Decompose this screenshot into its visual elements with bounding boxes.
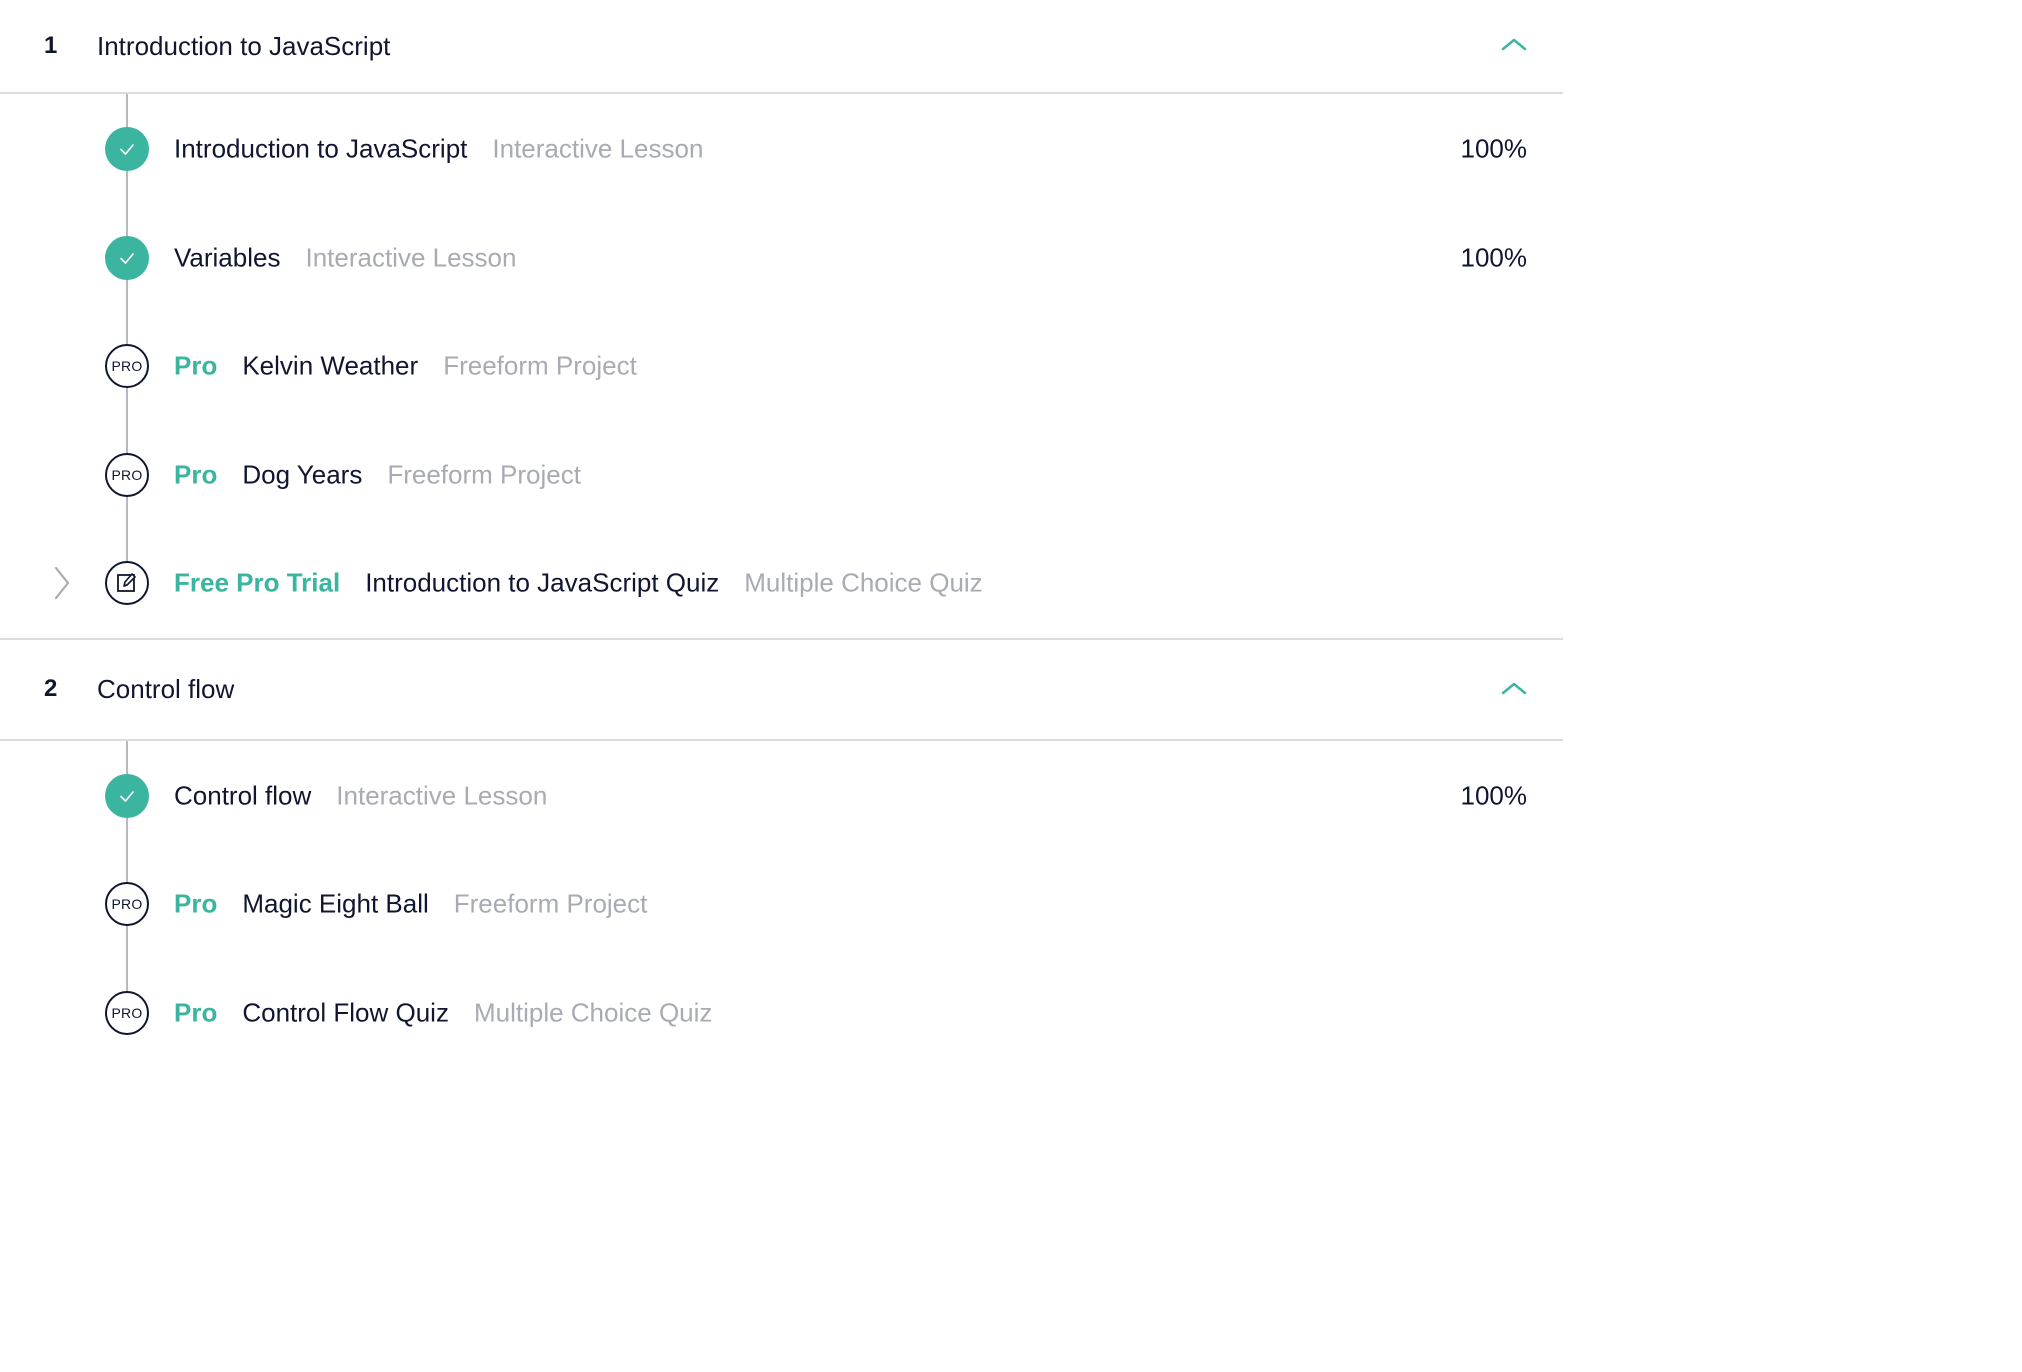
module-1-items: Introduction to JavaScript Interactive L… [0,94,1563,640]
item-text: Introduction to JavaScript Interactive L… [174,134,703,165]
pro-badge: Pro [174,997,218,1028]
pro-icon-label: PRO [111,466,143,483]
item-title[interactable]: Introduction to JavaScript [174,134,467,165]
list-item[interactable]: Variables Interactive Lesson 100% [0,204,1563,313]
item-type: Multiple Choice Quiz [473,997,713,1028]
list-item[interactable]: PRO Pro Kelvin Weather Freeform Project [0,312,1563,421]
pro-badge: Pro [174,350,218,381]
item-text: Pro Dog Years Freeform Project [174,459,581,490]
item-type: Interactive Lesson [336,780,548,811]
item-title[interactable]: Control flow [174,780,311,811]
module-1: 1 Introduction to JavaScript Introductio… [0,0,1563,640]
item-type: Freeform Project [453,888,648,919]
module-title: Control flow [97,673,235,704]
item-title[interactable]: Variables [174,242,280,273]
pro-badge: Pro [174,888,218,919]
check-icon [105,127,149,172]
item-title[interactable]: Kelvin Weather [242,351,418,382]
item-text: Control flow Interactive Lesson [174,780,547,811]
free-trial-badge[interactable]: Free Pro Trial [174,568,340,599]
item-text: Free Pro Trial Introduction to JavaScrip… [174,568,983,599]
item-type: Multiple Choice Quiz [744,567,983,598]
pro-icon-label: PRO [111,896,143,913]
item-type: Freeform Project [387,459,581,490]
list-item[interactable]: PRO Pro Dog Years Freeform Project [0,421,1563,530]
pro-badge: Pro [174,459,218,490]
list-item[interactable]: Free Pro Trial Introduction to JavaScrip… [0,529,1563,638]
item-progress: 100% [1460,133,1528,164]
module-2: 2 Control flow Control flow Interactive … [0,640,1563,1051]
pro-icon: PRO [105,990,149,1035]
pro-icon: PRO [105,344,149,389]
module-number: 2 [44,675,58,702]
chevron-up-icon[interactable] [1501,36,1527,52]
item-type: Interactive Lesson [305,242,517,273]
item-text: Variables Interactive Lesson [174,242,516,273]
item-progress: 100% [1460,780,1528,811]
item-text: Pro Control Flow Quiz Multiple Choice Qu… [174,997,712,1028]
chevron-up-icon[interactable] [1501,680,1527,696]
quiz-edit-icon [105,561,149,606]
pro-icon-label: PRO [111,1004,143,1021]
pro-icon: PRO [105,452,149,497]
list-item[interactable]: PRO Pro Control Flow Quiz Multiple Choic… [0,959,1563,1051]
pro-icon: PRO [105,882,149,927]
item-type: Freeform Project [443,350,637,381]
item-text: Pro Kelvin Weather Freeform Project [174,351,637,382]
chevron-right-icon[interactable] [52,566,72,600]
list-item[interactable]: PRO Pro Magic Eight Ball Freeform Projec… [0,850,1563,959]
item-progress: 100% [1460,242,1528,273]
pro-icon-label: PRO [111,358,143,375]
item-text: Pro Magic Eight Ball Freeform Project [174,889,647,920]
check-icon [105,773,149,818]
item-title[interactable]: Introduction to JavaScript Quiz [365,568,719,599]
module-2-header[interactable]: 2 Control flow [0,640,1563,741]
item-title[interactable]: Dog Years [242,459,362,490]
list-item[interactable]: Introduction to JavaScript Interactive L… [0,95,1563,204]
item-title[interactable]: Control Flow Quiz [242,997,449,1028]
item-title[interactable]: Magic Eight Ball [242,889,428,920]
item-type: Interactive Lesson [492,133,704,164]
module-title: Introduction to JavaScript [97,30,391,61]
list-item[interactable]: Control flow Interactive Lesson 100% [0,742,1563,851]
module-2-items: Control flow Interactive Lesson 100% PRO… [0,740,1563,1051]
check-icon [105,235,149,280]
course-syllabus: 1 Introduction to JavaScript Introductio… [0,0,1563,1050]
module-number: 1 [44,32,58,59]
module-1-header[interactable]: 1 Introduction to JavaScript [0,0,1563,94]
